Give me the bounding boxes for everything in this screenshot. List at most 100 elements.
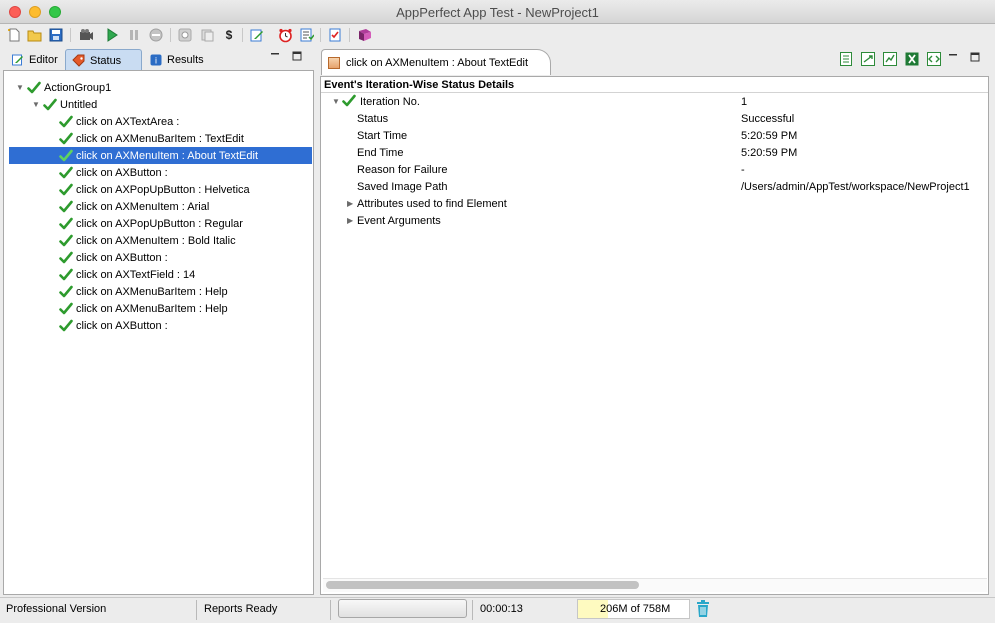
- detail-value: -: [741, 163, 745, 176]
- export-xml-icon[interactable]: [926, 51, 942, 67]
- tree-node-label: click on AXButton :: [76, 251, 168, 264]
- tree-event-node[interactable]: click on AXButton :: [9, 317, 312, 334]
- tree-node-label: click on AXPopUpButton : Helvetica: [76, 183, 250, 196]
- check-icon: [59, 251, 73, 265]
- svg-text:i: i: [155, 56, 157, 66]
- window-title: AppPerfect App Test - NewProject1: [396, 5, 599, 20]
- divider: [472, 600, 473, 620]
- maximize-view-button[interactable]: [292, 51, 302, 61]
- alarm-clock-icon[interactable]: [277, 27, 293, 43]
- check-icon: [59, 268, 73, 282]
- script-icon[interactable]: [199, 27, 215, 43]
- tree-node-label: click on AXButton :: [76, 319, 168, 332]
- detail-row-reason: Reason for Failure -: [330, 161, 985, 178]
- tree-event-node[interactable]: click on AXMenuBarItem : Help: [9, 300, 312, 317]
- export-toolbar: [838, 51, 942, 67]
- tree-node-label: click on AXTextArea :: [76, 115, 180, 128]
- tree-event-node[interactable]: click on AXMenuItem : Bold Italic: [9, 232, 312, 249]
- detail-value: Successful: [741, 112, 795, 125]
- tree-event-node[interactable]: click on AXButton :: [9, 249, 312, 266]
- memory-usage-text: 206M of 758M: [600, 603, 671, 615]
- tree-event-node[interactable]: click on AXPopUpButton : Helvetica: [9, 181, 312, 198]
- tab-editor-label: Editor: [29, 54, 58, 66]
- iteration-value: 1: [741, 95, 748, 108]
- tab-results-label: Results: [167, 54, 204, 66]
- title-bar: AppPerfect App Test - NewProject1: [0, 0, 995, 24]
- detail-label: Start Time: [357, 129, 408, 142]
- minimize-view-button[interactable]: [270, 51, 280, 61]
- open-folder-icon[interactable]: [26, 27, 42, 43]
- book-icon[interactable]: [356, 27, 372, 43]
- tree-node-label: click on AXMenuBarItem : Help: [76, 285, 228, 298]
- main-toolbar: $: [0, 24, 995, 46]
- export-html-icon[interactable]: [838, 51, 854, 67]
- dollar-icon[interactable]: $: [221, 27, 237, 43]
- export-chart-icon[interactable]: [882, 51, 898, 67]
- event-arguments-row[interactable]: ▶ Event Arguments: [330, 212, 985, 229]
- check-icon: [59, 234, 73, 248]
- event-arguments-label: Event Arguments: [357, 214, 441, 227]
- tree-event-node[interactable]: click on AXTextField : 14: [9, 266, 312, 283]
- detail-label: Status: [357, 112, 389, 125]
- left-tab-bar: Editor Status i Results: [3, 47, 314, 71]
- pause-icon[interactable]: [126, 27, 142, 43]
- toolbar-separator: [242, 28, 243, 42]
- tree-event-node[interactable]: click on AXMenuBarItem : Help: [9, 283, 312, 300]
- check-icon: [342, 94, 356, 108]
- tab-results[interactable]: i Results: [143, 49, 210, 71]
- tree-event-node[interactable]: click on AXMenuBarItem : TextEdit: [9, 130, 312, 147]
- tab-editor[interactable]: Editor: [5, 49, 64, 71]
- event-details-tab[interactable]: click on AXMenuItem : About TextEdit: [321, 49, 551, 75]
- check-icon: [59, 115, 73, 129]
- save-icon[interactable]: [48, 27, 64, 43]
- check-icon: [27, 81, 41, 95]
- tree-group-node[interactable]: ▼ Untitled: [9, 96, 312, 113]
- stop-icon[interactable]: [148, 27, 164, 43]
- checkbox-doc-icon[interactable]: [327, 27, 343, 43]
- expand-triangle-icon[interactable]: ▼: [332, 97, 340, 106]
- record-icon[interactable]: [78, 27, 94, 43]
- minimize-view-button[interactable]: [948, 52, 958, 62]
- tree-group-node[interactable]: ▼ ActionGroup1: [9, 79, 312, 96]
- settings-icon[interactable]: [177, 27, 193, 43]
- export-excel-icon[interactable]: [904, 51, 920, 67]
- garbage-collect-trash-icon[interactable]: [696, 600, 710, 618]
- divider: [330, 600, 331, 620]
- edition-label: Professional Version: [6, 603, 107, 615]
- tree-node-label: click on AXMenuBarItem : TextEdit: [76, 132, 244, 145]
- status-bar: Professional Version Reports Ready 00:00…: [0, 597, 995, 623]
- iteration-row[interactable]: ▼ Iteration No. 1: [330, 93, 985, 110]
- status-tree-panel: ▼ ActionGroup1 ▼ Untitled click on AXTextAre…: [3, 70, 314, 595]
- attributes-row[interactable]: ▶ Attributes used to find Element: [330, 195, 985, 212]
- detail-row-status: Status Successful: [330, 110, 985, 127]
- tree-event-node[interactable]: click on AXButton :: [9, 164, 312, 181]
- tree-event-node[interactable]: click on AXMenuItem : About TextEdit: [9, 147, 312, 164]
- check-icon: [59, 319, 73, 333]
- edit-icon[interactable]: [249, 27, 265, 43]
- event-details-tab-label: click on AXMenuItem : About TextEdit: [346, 56, 529, 69]
- details-heading: Event's Iteration-Wise Status Details: [324, 79, 515, 91]
- expand-triangle-icon[interactable]: ▶: [347, 199, 353, 208]
- tree-event-node[interactable]: click on AXMenuItem : Arial: [9, 198, 312, 215]
- expand-triangle-icon[interactable]: ▶: [347, 216, 353, 225]
- tree-node-label: click on AXMenuBarItem : Help: [76, 302, 228, 315]
- detail-label: End Time: [357, 146, 404, 159]
- tab-status[interactable]: Status: [65, 49, 142, 71]
- horizontal-scrollbar-thumb[interactable]: [326, 581, 639, 589]
- new-file-icon[interactable]: [6, 27, 22, 43]
- expand-triangle-icon[interactable]: ▼: [15, 83, 25, 93]
- tree-event-node[interactable]: click on AXPopUpButton : Regular: [9, 215, 312, 232]
- maximize-view-button[interactable]: [970, 52, 980, 62]
- status-tag-icon: [72, 54, 86, 68]
- event-icon: [328, 56, 340, 69]
- play-icon[interactable]: [104, 27, 120, 43]
- export-pdf-icon[interactable]: [860, 51, 876, 67]
- edit-icon: [11, 53, 25, 67]
- tree-event-node[interactable]: click on AXTextArea :: [9, 113, 312, 130]
- toolbar-separator: [349, 28, 350, 42]
- divider: [196, 600, 197, 620]
- checklist-icon[interactable]: [299, 27, 315, 43]
- expand-triangle-icon[interactable]: ▼: [31, 100, 41, 110]
- tree-node-label: click on AXMenuItem : Bold Italic: [76, 234, 236, 247]
- detail-row-end-time: End Time 5:20:59 PM: [330, 144, 985, 161]
